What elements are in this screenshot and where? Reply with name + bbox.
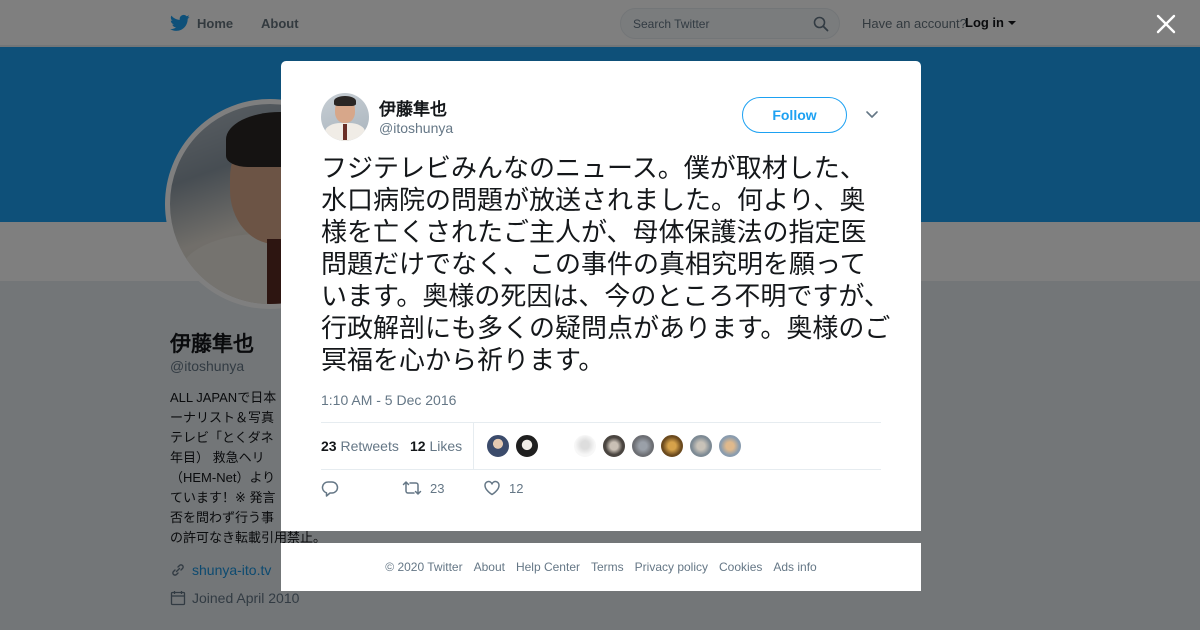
tweet-timestamp[interactable]: 1:10 AM - 5 Dec 2016 bbox=[321, 392, 456, 408]
liker-avatar[interactable] bbox=[515, 434, 539, 458]
footer-copyright: © 2020 Twitter bbox=[385, 560, 463, 574]
likes-stat[interactable]: 12 Likes bbox=[410, 438, 462, 454]
retweet-button[interactable]: 23 bbox=[402, 479, 444, 497]
modal-footer: © 2020 Twitter About Help Center Terms P… bbox=[281, 543, 921, 591]
like-icon bbox=[484, 480, 500, 496]
retweet-action-count: 23 bbox=[430, 480, 445, 496]
liker-avatar[interactable] bbox=[602, 434, 626, 458]
retweet-icon bbox=[402, 481, 422, 495]
retweets-stat[interactable]: 23 Retweets bbox=[321, 438, 399, 454]
stats-divider bbox=[473, 423, 474, 469]
reply-button[interactable] bbox=[321, 479, 347, 497]
tweet-author-avatar[interactable] bbox=[321, 93, 369, 141]
liker-avatar[interactable] bbox=[689, 434, 713, 458]
footer-link-about[interactable]: About bbox=[474, 560, 505, 574]
follow-button[interactable]: Follow bbox=[742, 97, 847, 133]
likes-count: 12 bbox=[410, 438, 426, 454]
tweet-stats: 23 Retweets 12 Likes bbox=[321, 423, 881, 469]
retweets-label: Retweets bbox=[340, 438, 399, 454]
tweet-modal: 伊藤隼也 @itoshunya Follow フジテレビみんなのニュース。僕が取… bbox=[281, 61, 921, 531]
likes-label: Likes bbox=[429, 438, 463, 454]
tweet-actions: 23 12 bbox=[321, 479, 881, 505]
liker-avatar[interactable] bbox=[718, 434, 742, 458]
footer-link-ads-info[interactable]: Ads info bbox=[773, 560, 816, 574]
tweet-author-name[interactable]: 伊藤隼也 bbox=[379, 95, 447, 120]
more-options-icon[interactable] bbox=[865, 109, 879, 119]
divider bbox=[321, 469, 881, 470]
liker-avatar[interactable] bbox=[573, 434, 597, 458]
footer-link-privacy[interactable]: Privacy policy bbox=[635, 560, 708, 574]
liker-avatar[interactable] bbox=[660, 434, 684, 458]
footer-link-terms[interactable]: Terms bbox=[591, 560, 624, 574]
footer-link-cookies[interactable]: Cookies bbox=[719, 560, 762, 574]
tweet-text: フジテレビみんなのニュース。僕が取材した、水口病院の問題が放送されました。何より… bbox=[321, 154, 891, 376]
liker-avatar[interactable] bbox=[486, 434, 510, 458]
footer-link-help-center[interactable]: Help Center bbox=[516, 560, 580, 574]
close-icon[interactable] bbox=[1154, 12, 1178, 36]
like-button[interactable]: 12 bbox=[483, 479, 523, 497]
like-action-count: 12 bbox=[509, 480, 524, 496]
reply-icon bbox=[321, 481, 339, 497]
tweet-author-handle[interactable]: @itoshunya bbox=[379, 120, 453, 136]
liker-avatar[interactable] bbox=[631, 434, 655, 458]
retweets-count: 23 bbox=[321, 438, 337, 454]
